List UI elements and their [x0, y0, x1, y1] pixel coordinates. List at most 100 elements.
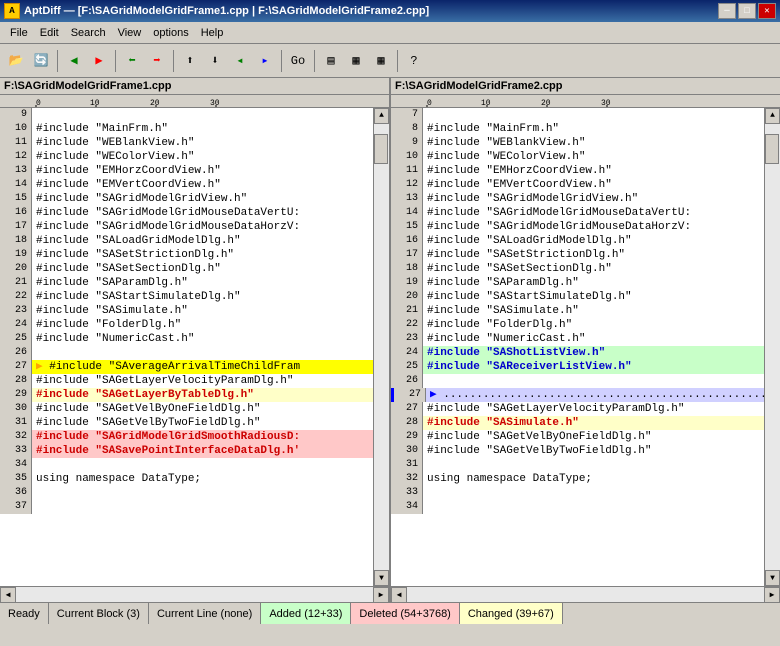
- title-bar-buttons: ─ □ ✕: [718, 3, 776, 19]
- status-added: Added (12+33): [261, 603, 351, 624]
- tb-view3-button[interactable]: ▦: [369, 49, 393, 73]
- maximize-button[interactable]: □: [738, 3, 756, 19]
- right-vscroll-down[interactable]: ▼: [765, 570, 780, 586]
- tb-separator-2: [115, 50, 116, 72]
- menu-search[interactable]: Search: [65, 25, 112, 41]
- right-code: 7 8#include "MainFrm.h" 9#include "WEBla…: [391, 108, 764, 586]
- right-vscrollbar[interactable]: ▲ ▼: [764, 108, 780, 586]
- status-bar: Ready Current Block (3) Current Line (no…: [0, 602, 780, 624]
- table-row: 16#include "SALoadGridModelDlg.h": [391, 234, 764, 248]
- left-vscroll-thumb[interactable]: [374, 134, 388, 164]
- tb-next-diff-button[interactable]: ▶: [87, 49, 111, 73]
- right-panel-inner: 7 8#include "MainFrm.h" 9#include "WEBla…: [391, 108, 780, 586]
- table-row: 23#include "SASimulate.h": [0, 304, 373, 318]
- tb-up-button[interactable]: ⬆: [178, 49, 202, 73]
- menu-options[interactable]: options: [147, 25, 194, 41]
- left-vscroll-track[interactable]: [374, 124, 389, 570]
- svg-text:30: 30: [210, 99, 220, 108]
- table-row: 12#include "EMVertCoordView.h": [391, 178, 764, 192]
- left-vscroll-down[interactable]: ▼: [374, 570, 389, 586]
- table-row: 15#include "SAGridModelGridMouseDataHorz…: [391, 220, 764, 234]
- left-hscroll-right[interactable]: ▶: [373, 587, 389, 602]
- table-row: 9#include "WEBlankView.h": [391, 136, 764, 150]
- tb-right-arrow-button[interactable]: ▸: [253, 49, 277, 73]
- svg-text:0: 0: [36, 99, 41, 108]
- table-row: 12#include "WEColorView.h": [0, 150, 373, 164]
- table-row: 14#include "EMVertCoordView.h": [0, 178, 373, 192]
- minimize-button[interactable]: ─: [718, 3, 736, 19]
- table-row: 34: [0, 458, 373, 472]
- tb-view1-button[interactable]: ▤: [319, 49, 343, 73]
- table-row: 30#include "SAGetVelByOneFieldDlg.h": [0, 402, 373, 416]
- table-row: 33: [391, 486, 764, 500]
- right-vscroll-thumb[interactable]: [765, 134, 779, 164]
- right-code-lines: 7 8#include "MainFrm.h" 9#include "WEBla…: [391, 108, 764, 514]
- table-row: 31#include "SAGetVelByTwoFieldDlg.h": [0, 416, 373, 430]
- left-hscroll-left[interactable]: ◀: [0, 587, 16, 602]
- table-row: 25 #include "SAReceiverListView.h": [391, 360, 764, 374]
- menu-bar: File Edit Search View options Help: [0, 22, 780, 44]
- tb-copy-right-button[interactable]: ➡: [145, 49, 169, 73]
- right-hscroll-left[interactable]: ◀: [391, 587, 407, 602]
- app-icon: A: [4, 3, 20, 19]
- table-row: 16#include "SAGridModelGridMouseDataVert…: [0, 206, 373, 220]
- tb-open-button[interactable]: 📂: [4, 49, 28, 73]
- right-ruler-svg: 0 10 20 30: [391, 95, 780, 108]
- left-hscrollbar[interactable]: ◀ ▶: [0, 586, 389, 602]
- table-row: 36: [0, 486, 373, 500]
- table-row: 8#include "MainFrm.h": [391, 122, 764, 136]
- table-row: 32 #include "SAGridModelGridSmoothRadiou…: [0, 430, 373, 444]
- menu-view[interactable]: View: [112, 25, 148, 41]
- left-file-path: F:\SAGridModelGridFrame1.cpp: [4, 80, 171, 92]
- tb-down-button[interactable]: ⬇: [203, 49, 227, 73]
- right-vscroll-up[interactable]: ▲: [765, 108, 780, 124]
- status-current-line: Current Line (none): [149, 603, 261, 624]
- right-file-path: F:\SAGridModelGridFrame2.cpp: [395, 80, 562, 92]
- close-button[interactable]: ✕: [758, 3, 776, 19]
- right-hscrollbar[interactable]: ◀ ▶: [391, 586, 780, 602]
- right-hscroll-track[interactable]: [407, 587, 764, 602]
- table-row: 19#include "SASetStrictionDlg.h": [0, 248, 373, 262]
- left-code: 9 10#include "MainFrm.h" 11#include "WEB…: [0, 108, 373, 586]
- table-row: 26: [391, 374, 764, 388]
- table-row: 14#include "SAGridModelGridMouseDataVert…: [391, 206, 764, 220]
- table-row: 11#include "EMHorzCoordView.h": [391, 164, 764, 178]
- tb-left-arrow-button[interactable]: ◂: [228, 49, 252, 73]
- table-row: 31: [391, 458, 764, 472]
- table-row: 20#include "SAStartSimulateDlg.h": [391, 290, 764, 304]
- tb-view2-button[interactable]: ▦: [344, 49, 368, 73]
- tb-prev-diff-button[interactable]: ◀: [62, 49, 86, 73]
- table-row: 17#include "SASetStrictionDlg.h": [391, 248, 764, 262]
- tb-separator-3: [173, 50, 174, 72]
- status-changed: Changed (39+67): [460, 603, 563, 624]
- menu-help[interactable]: Help: [195, 25, 230, 41]
- right-vscroll-track[interactable]: [765, 124, 780, 570]
- table-row: 15#include "SAGridModelGridView.h": [0, 192, 373, 206]
- table-row: 27 ▶ ...................................…: [391, 388, 764, 402]
- tb-copy-left-button[interactable]: ⬅: [120, 49, 144, 73]
- right-hscroll-right[interactable]: ▶: [764, 587, 780, 602]
- table-row: 32using namespace DataType;: [391, 472, 764, 486]
- table-row: 19#include "SAParamDlg.h": [391, 276, 764, 290]
- svg-text:30: 30: [601, 99, 611, 108]
- left-hscroll-track[interactable]: [16, 587, 373, 602]
- table-row: 18#include "SASetSectionDlg.h": [391, 262, 764, 276]
- left-ruler-svg: 0 10 20 30: [0, 95, 389, 108]
- status-deleted: Deleted (54+3768): [351, 603, 459, 624]
- tb-separator-4: [281, 50, 282, 72]
- left-vscrollbar[interactable]: ▲ ▼: [373, 108, 389, 586]
- tb-goto-button[interactable]: Go: [286, 49, 310, 73]
- menu-file[interactable]: File: [4, 25, 34, 41]
- title-bar-text: AptDiff — [F:\SAGridModelGridFrame1.cpp …: [24, 5, 718, 17]
- svg-text:20: 20: [541, 99, 551, 108]
- table-row: 18#include "SALoadGridModelDlg.h": [0, 234, 373, 248]
- table-row: 28 #include "SASimulate.h": [391, 416, 764, 430]
- left-vscroll-up[interactable]: ▲: [374, 108, 389, 124]
- right-file-header: F:\SAGridModelGridFrame2.cpp: [391, 78, 780, 95]
- menu-edit[interactable]: Edit: [34, 25, 65, 41]
- svg-text:10: 10: [481, 99, 491, 108]
- tb-separator-5: [314, 50, 315, 72]
- tb-refresh-button[interactable]: 🔄: [29, 49, 53, 73]
- tb-help-button[interactable]: ?: [402, 49, 426, 73]
- svg-text:10: 10: [90, 99, 100, 108]
